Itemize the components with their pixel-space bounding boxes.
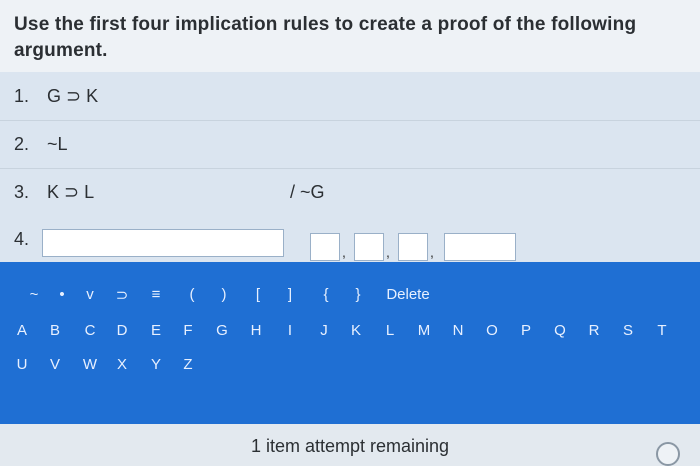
key-letter[interactable]: Q xyxy=(554,322,566,339)
line-number: 2. xyxy=(14,134,30,154)
key-wedge[interactable]: v xyxy=(86,286,94,303)
key-letter[interactable]: W xyxy=(83,356,97,373)
key-letter[interactable]: X xyxy=(117,356,127,373)
key-letter[interactable]: C xyxy=(85,322,96,339)
premise-line-1: 1. G ⊃ K xyxy=(0,72,700,121)
comma-separator: , xyxy=(342,244,346,260)
key-close-bracket[interactable]: ] xyxy=(288,286,292,303)
status-circle-icon xyxy=(656,442,680,466)
comma-separator: , xyxy=(386,244,390,260)
justification-line-input-1[interactable] xyxy=(310,233,340,261)
line-formula: K ⊃ L xyxy=(47,182,95,202)
justification-line-input-3[interactable] xyxy=(398,233,428,261)
line-number: 4. xyxy=(14,229,30,249)
question-prompt: Use the first four implication rules to … xyxy=(0,0,700,73)
key-horseshoe[interactable]: ⊃ xyxy=(116,286,129,304)
justification-rule-input[interactable] xyxy=(444,233,516,261)
key-letter[interactable]: I xyxy=(288,322,292,339)
premise-line-2: 2. ~L xyxy=(0,120,700,169)
attempts-remaining: 1 item attempt remaining xyxy=(250,436,450,456)
key-open-paren[interactable]: ( xyxy=(190,286,195,303)
conclusion: / ~G xyxy=(290,182,325,202)
key-letter[interactable]: G xyxy=(216,322,228,339)
formula-input[interactable] xyxy=(42,229,284,257)
justification-line-input-2[interactable] xyxy=(354,233,384,261)
key-letter[interactable]: E xyxy=(151,322,161,339)
key-letter[interactable]: Z xyxy=(183,356,192,373)
key-letter[interactable]: Y xyxy=(151,356,161,373)
delete-key[interactable]: Delete xyxy=(386,286,429,303)
key-letter[interactable]: U xyxy=(17,356,28,373)
key-letter[interactable]: H xyxy=(251,322,262,339)
footer: 1 item attempt remaining xyxy=(0,424,700,466)
key-letter[interactable]: S xyxy=(623,322,633,339)
key-triple-bar[interactable]: ≡ xyxy=(152,286,161,303)
key-close-brace[interactable]: } xyxy=(355,286,360,303)
symbol-keyboard: ~ • v ⊃ ≡ ( ) [ ] { } Delete A B C D E F… xyxy=(0,262,700,424)
key-letter[interactable]: A xyxy=(17,322,27,339)
key-letter[interactable]: P xyxy=(521,322,531,339)
key-letter[interactable]: O xyxy=(486,322,498,339)
prompt-text: Use the first four implication rules to … xyxy=(14,14,637,61)
key-dot[interactable]: • xyxy=(59,286,64,303)
line-number: 1. xyxy=(14,86,30,106)
line-number: 3. xyxy=(14,182,30,202)
key-letter[interactable]: R xyxy=(589,322,600,339)
key-open-bracket[interactable]: [ xyxy=(256,286,260,303)
key-letter[interactable]: F xyxy=(183,322,192,339)
key-letter[interactable]: N xyxy=(453,322,464,339)
key-close-paren[interactable]: ) xyxy=(222,286,227,303)
premise-line-3: 3. K ⊃ L / ~G xyxy=(0,168,700,217)
key-letter[interactable]: L xyxy=(386,322,394,339)
key-letter[interactable]: V xyxy=(50,356,60,373)
line-formula: ~L xyxy=(47,134,68,154)
key-letter[interactable]: D xyxy=(117,322,128,339)
key-tilde[interactable]: ~ xyxy=(30,286,39,303)
comma-separator: , xyxy=(430,244,434,260)
key-letter[interactable]: M xyxy=(418,322,431,339)
key-open-brace[interactable]: { xyxy=(323,286,328,303)
key-letter[interactable]: T xyxy=(657,322,666,339)
key-letter[interactable]: J xyxy=(320,322,328,339)
key-letter[interactable]: K xyxy=(351,322,361,339)
input-line-4: 4. , , , xyxy=(0,216,700,262)
line-formula: G ⊃ K xyxy=(47,86,99,106)
key-letter[interactable]: B xyxy=(50,322,60,339)
